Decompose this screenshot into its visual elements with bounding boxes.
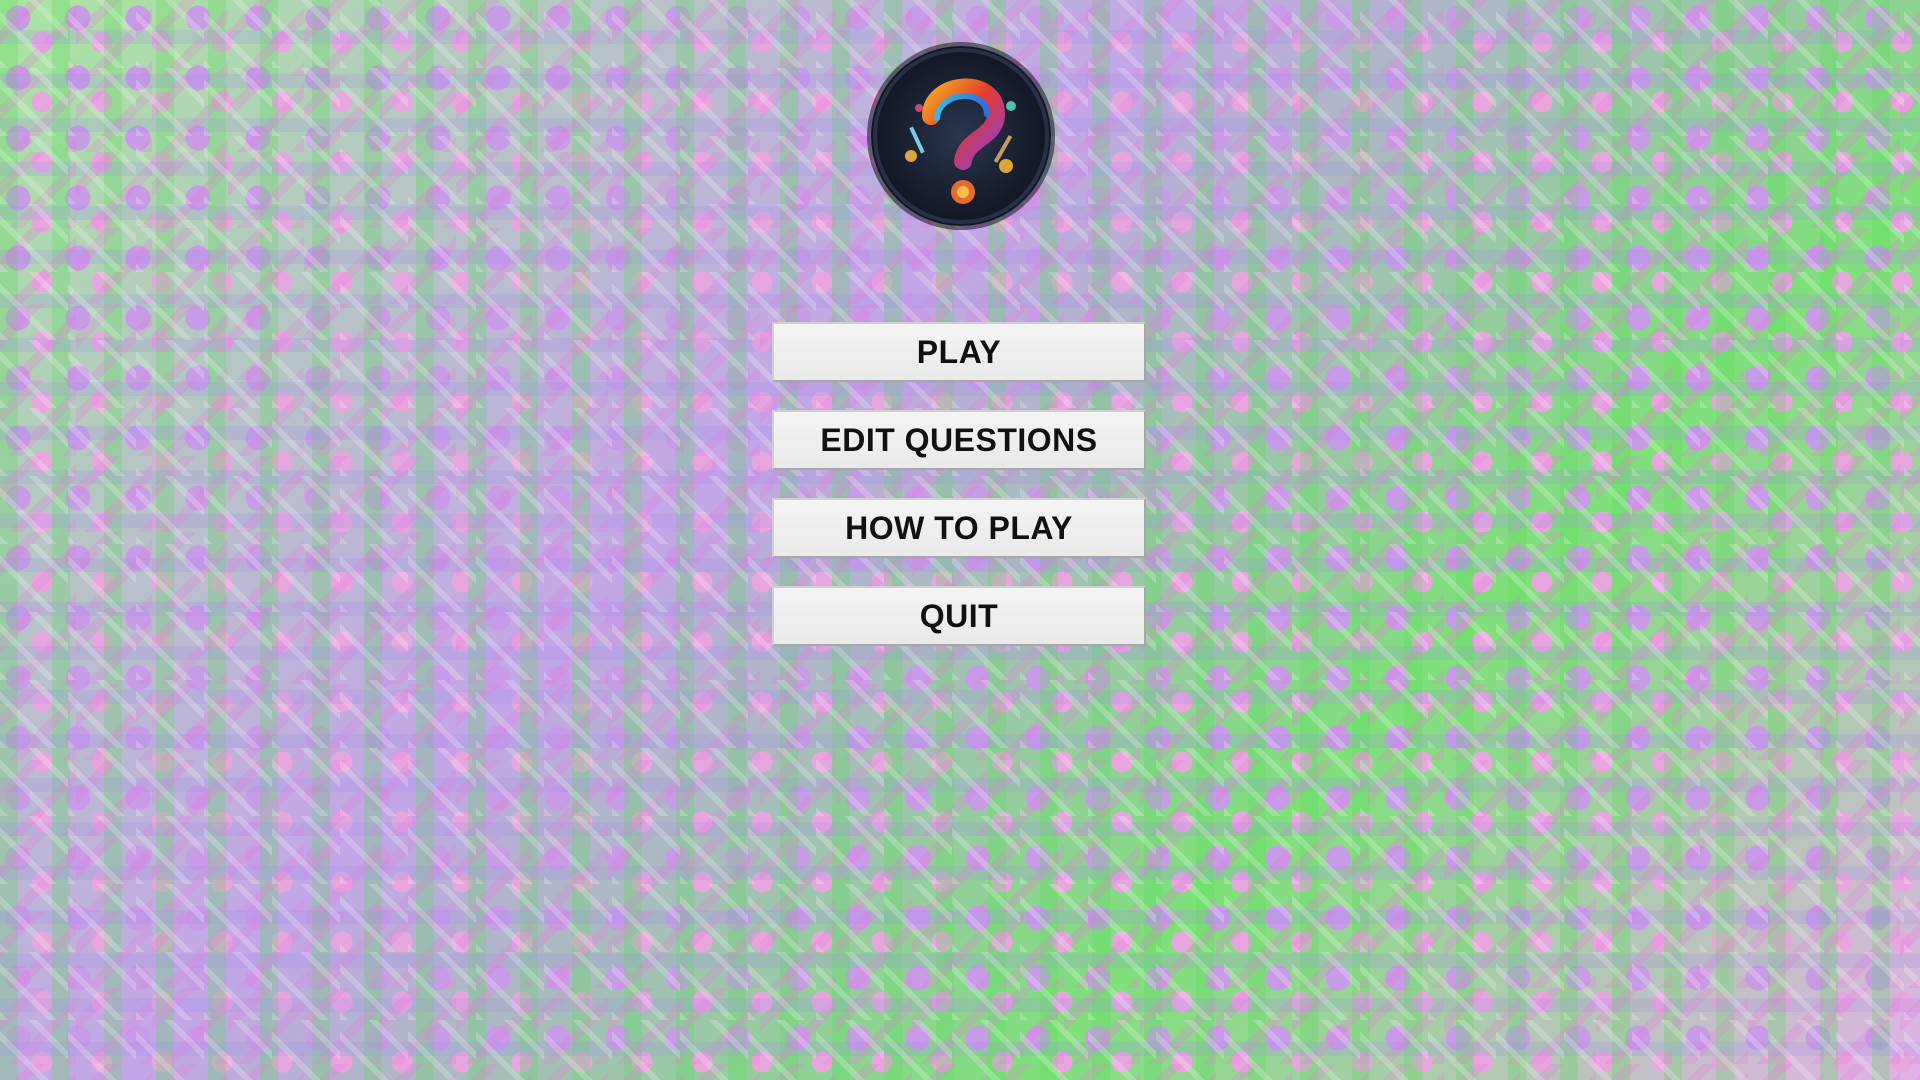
how-to-play-button[interactable]: HOW TO PLAY — [772, 498, 1146, 558]
game-logo — [871, 46, 1051, 226]
question-mark-icon — [873, 48, 1049, 224]
edit-questions-button[interactable]: EDIT QUESTIONS — [772, 410, 1146, 470]
main-menu: PLAY EDIT QUESTIONS HOW TO PLAY QUIT — [772, 322, 1146, 674]
quit-button[interactable]: QUIT — [772, 586, 1146, 646]
play-button[interactable]: PLAY — [772, 322, 1146, 382]
